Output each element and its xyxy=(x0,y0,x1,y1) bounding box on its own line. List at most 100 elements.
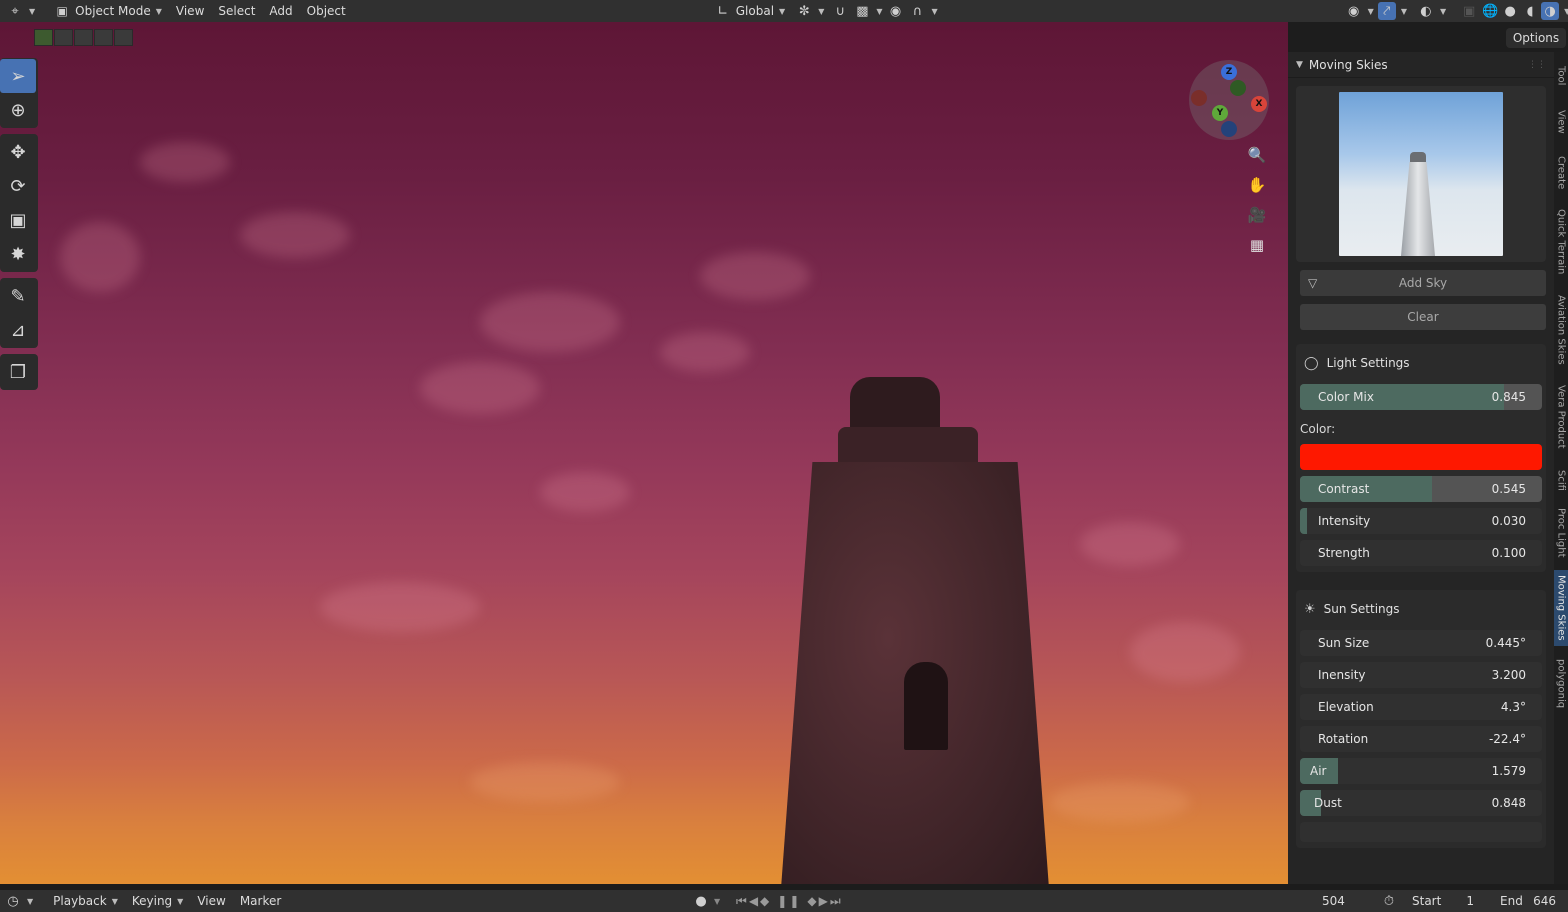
sky-cloud xyxy=(470,762,620,802)
shading-rendered-button[interactable]: ◑ ▼ xyxy=(1540,0,1568,22)
air-slider[interactable]: Air 1.579 xyxy=(1300,758,1542,784)
light-settings-header[interactable]: ◯ Light Settings xyxy=(1296,348,1546,378)
editor-type-icon: ⌖ xyxy=(11,3,19,19)
tab-moving-skies[interactable]: Moving Skies xyxy=(1554,570,1568,646)
snap-toggle[interactable]: ∪ xyxy=(829,0,851,22)
pause-icon[interactable]: ❚❚ xyxy=(777,894,801,908)
color-mix-slider[interactable]: Color Mix 0.845 xyxy=(1300,384,1542,410)
zoom-button[interactable]: 🔍 xyxy=(1244,142,1270,168)
pan-button[interactable]: ✋ xyxy=(1244,172,1270,198)
navigation-gizmo[interactable]: Z X Y xyxy=(1189,60,1269,140)
chevron-down-icon: ▼ xyxy=(27,896,34,906)
pivot-dropdown[interactable]: ✼ ▼ xyxy=(790,0,829,22)
shading-material-button[interactable]: ◖ xyxy=(1520,0,1540,22)
options-dropdown[interactable]: Options xyxy=(1506,28,1566,48)
strength-field[interactable]: Strength 0.100 xyxy=(1300,540,1542,566)
panel-header[interactable]: ▼ Moving Skies ⋮⋮ xyxy=(1288,52,1554,78)
select-box-tool[interactable]: ➢ xyxy=(0,59,36,93)
start-value: 1 xyxy=(1466,894,1474,908)
editor-type-button[interactable]: ⌖ ▼ xyxy=(0,0,40,22)
partial-field[interactable] xyxy=(1300,822,1542,842)
tab-proc-light[interactable]: Proc Light xyxy=(1554,502,1568,564)
timeline-view-menu[interactable]: View xyxy=(190,890,232,912)
triangle-down-icon: ▽ xyxy=(1308,276,1318,290)
rotation-field[interactable]: Rotation -22.4° xyxy=(1300,726,1542,752)
playback-menu[interactable]: Playback ▼ xyxy=(46,890,125,912)
select-new-button[interactable] xyxy=(34,29,53,46)
color-swatch[interactable] xyxy=(1300,444,1542,470)
snap-target-dropdown[interactable]: ▩ ▼ xyxy=(851,0,884,22)
menu-select[interactable]: Select xyxy=(213,0,260,22)
move-tool[interactable]: ✥ xyxy=(0,135,36,169)
scale-tool[interactable]: ▣ xyxy=(0,203,36,237)
start-frame-field[interactable]: Start 1 xyxy=(1412,890,1474,912)
tab-polygoniq[interactable]: polygoniq xyxy=(1554,652,1568,716)
tab-aviation-skies[interactable]: Aviation Skies xyxy=(1554,286,1568,374)
proportional-edit-toggle[interactable]: ◉ xyxy=(885,0,907,22)
rotate-tool[interactable]: ⟳ xyxy=(0,169,36,203)
visibility-dropdown[interactable]: ◉ ▼ xyxy=(1343,0,1376,22)
transform-tool[interactable]: ✸ xyxy=(0,237,36,271)
select-subtract-button[interactable] xyxy=(74,29,93,46)
add-sky-button[interactable]: ▽ Add Sky xyxy=(1300,270,1546,296)
perspective-toggle[interactable]: ▦ xyxy=(1244,232,1270,258)
keying-menu[interactable]: Keying ▼ xyxy=(125,890,190,912)
playback-controls: ⏮ ◀◆ ❚❚ ◆▶ ⏭ xyxy=(736,890,843,912)
clear-button[interactable]: Clear xyxy=(1300,304,1546,330)
menu-view[interactable]: View xyxy=(171,0,209,22)
select-invert-button[interactable] xyxy=(94,29,113,46)
mode-dropdown[interactable]: ▣ Object Mode ▼ xyxy=(48,0,167,22)
gizmo-toggle[interactable]: ⤤ ▼ xyxy=(1376,0,1409,22)
timeline-editor-type-button[interactable]: ◷ ▼ xyxy=(0,890,40,912)
sun-settings-header[interactable]: ☀ Sun Settings xyxy=(1296,594,1546,624)
tab-vera-product[interactable]: Vera Product xyxy=(1554,376,1568,458)
sun-size-field[interactable]: Sun Size 0.445° xyxy=(1300,630,1542,656)
tab-view[interactable]: View xyxy=(1554,100,1568,144)
measure-tool[interactable]: ⊿ xyxy=(0,313,36,347)
3d-viewport[interactable] xyxy=(0,22,1288,884)
z-axis-icon[interactable]: Z xyxy=(1221,64,1237,80)
current-frame-field[interactable]: 504 xyxy=(1322,890,1345,912)
drag-grip-icon[interactable]: ⋮⋮ xyxy=(1528,60,1546,70)
tab-tool[interactable]: Tool xyxy=(1554,56,1568,96)
falloff-dropdown[interactable]: ∩ ▼ xyxy=(907,0,940,22)
end-frame-field[interactable]: End 646 xyxy=(1500,890,1556,912)
cursor-tool[interactable]: ⊕ xyxy=(0,93,36,127)
xray-icon: ▣ xyxy=(1462,3,1476,19)
annotate-tool[interactable]: ✎ xyxy=(0,279,36,313)
transform-orientation-dropdown[interactable]: ∟ Global ▼ xyxy=(709,0,790,22)
tab-scifi[interactable]: Scifi xyxy=(1554,460,1568,500)
shading-solid-button[interactable]: ● xyxy=(1500,0,1520,22)
select-intersect-button[interactable] xyxy=(114,29,133,46)
jump-end-icon[interactable]: ⏭ xyxy=(830,894,843,909)
tab-create[interactable]: Create xyxy=(1554,148,1568,198)
elevation-field[interactable]: Elevation 4.3° xyxy=(1300,694,1542,720)
dust-slider[interactable]: Dust 0.848 xyxy=(1300,790,1542,816)
solid-shading-icon: ● xyxy=(1504,3,1516,19)
prev-keyframe-icon[interactable]: ◀◆ xyxy=(749,894,771,908)
contrast-slider[interactable]: Contrast 0.545 xyxy=(1300,476,1542,502)
tab-quick-terrain[interactable]: Quick Terrain xyxy=(1554,200,1568,284)
y-axis-icon[interactable]: Y xyxy=(1212,105,1228,121)
marker-menu[interactable]: Marker xyxy=(233,890,288,912)
add-cube-tool[interactable]: ❐ xyxy=(0,355,36,389)
neg-x-axis-icon[interactable] xyxy=(1191,90,1207,106)
sun-intensity-field[interactable]: Inensity 3.200 xyxy=(1300,662,1542,688)
intensity-slider[interactable]: Intensity 0.030 xyxy=(1300,508,1542,534)
xray-toggle[interactable]: ▣ xyxy=(1458,0,1480,22)
preview-range-toggle[interactable]: ⏱ xyxy=(1380,890,1398,912)
select-extend-button[interactable] xyxy=(54,29,73,46)
neg-z-axis-icon[interactable] xyxy=(1221,121,1237,137)
next-keyframe-icon[interactable]: ◆▶ xyxy=(807,894,829,908)
menu-object[interactable]: Object xyxy=(302,0,351,22)
neg-y-axis-icon[interactable] xyxy=(1230,80,1246,96)
overlay-toggle[interactable]: ◐ ▼ xyxy=(1415,0,1448,22)
slider-value: 0.030 xyxy=(1491,514,1526,528)
x-axis-icon[interactable]: X xyxy=(1251,96,1267,112)
jump-start-icon[interactable]: ⏮ xyxy=(736,894,749,909)
auto-keying-toggle[interactable]: ● ▼ xyxy=(692,890,720,912)
shading-wireframe-button[interactable]: 🌐 xyxy=(1480,0,1500,22)
camera-view-button[interactable]: 🎥 xyxy=(1244,202,1270,228)
menu-add[interactable]: Add xyxy=(264,0,297,22)
sky-preview-image[interactable] xyxy=(1339,92,1503,256)
